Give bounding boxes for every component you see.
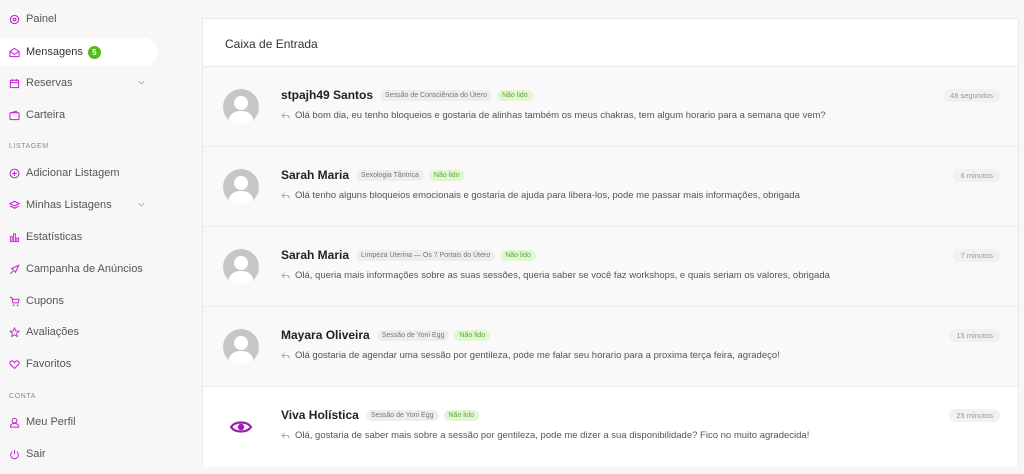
chevron-down-icon [138, 202, 145, 207]
sidebar-item-meu-perfil[interactable]: Meu Perfil [0, 408, 158, 436]
reply-icon [281, 352, 290, 359]
megaphone-icon [9, 263, 20, 275]
sidebar-item-sair[interactable]: Sair [0, 440, 158, 468]
sidebar: Painel Mensagens 5 Reservas Carteira LIS… [0, 0, 172, 474]
sidebar-item-avaliacoes[interactable]: Avaliações [0, 318, 158, 346]
sidebar-item-label: Mensagens [26, 46, 83, 58]
service-tag: Sexologia Tântrica [356, 169, 424, 181]
service-tag: Sessão de Yoni Egg [376, 329, 450, 341]
envelope-icon [9, 47, 20, 58]
message-preview: Olá bom dia, eu tenho bloqueios e gostar… [295, 110, 826, 121]
status-badge: Não lido [428, 169, 465, 181]
sidebar-item-label: Adicionar Listagem [26, 167, 120, 179]
power-icon [9, 449, 20, 460]
sidebar-item-carteira[interactable]: Carteira [0, 101, 158, 129]
sidebar-item-label: Sair [26, 448, 46, 460]
message-preview: Olá tenho alguns bloqueios emocionais e … [295, 190, 800, 201]
sidebar-item-painel[interactable]: Painel [0, 5, 158, 33]
message-row[interactable]: stpajh49 Santos Sessão de Consciência do… [203, 67, 1018, 147]
section-label-conta: CONTA [9, 393, 36, 400]
sidebar-item-mensagens[interactable]: Mensagens 5 [0, 38, 158, 66]
sidebar-item-label: Reservas [26, 77, 73, 89]
calendar-icon [9, 78, 20, 89]
status-badge: Não lido [454, 329, 491, 341]
timestamp-badge: 6 minutos [953, 169, 1000, 182]
message-row[interactable]: Sarah Maria Limpeza Uterina — Os 7 Porta… [203, 227, 1018, 307]
timestamp-badge: 15 minutos [949, 329, 1000, 342]
message-preview: Olá, gostaria de saber mais sobre a sess… [295, 430, 810, 441]
page-title: Caixa de Entrada [225, 37, 318, 51]
sidebar-item-label: Campanha de Anúncios [26, 263, 143, 275]
message-row[interactable]: Sarah Maria Sexologia Tântrica Não lido … [203, 147, 1018, 227]
section-label-listagem: LISTAGEM [9, 143, 49, 150]
sidebar-item-label: Estatísticas [26, 231, 83, 243]
sender-name: Mayara Oliveira [281, 328, 370, 342]
sidebar-item-favoritos[interactable]: Favoritos [0, 350, 158, 378]
timestamp-badge: 48 segundos [943, 89, 1000, 102]
avatar [223, 249, 259, 285]
wallet-icon [9, 110, 20, 121]
bar-chart-icon [9, 232, 20, 243]
avatar [223, 89, 259, 125]
layers-icon [9, 200, 20, 211]
star-icon [9, 326, 20, 338]
sidebar-item-cupons[interactable]: Cupons [0, 287, 158, 315]
plus-circle-icon [9, 168, 20, 179]
sidebar-item-estatisticas[interactable]: Estatísticas [0, 223, 158, 251]
sidebar-item-label: Minhas Listagens [26, 199, 112, 211]
heart-icon [9, 359, 20, 370]
sender-name: stpajh49 Santos [281, 88, 374, 102]
dashboard-icon [9, 14, 20, 25]
unread-count-badge: 5 [87, 45, 101, 59]
sidebar-item-label: Favoritos [26, 358, 72, 370]
status-badge: Não lido [500, 249, 536, 261]
reply-icon [281, 192, 290, 199]
message-preview: Olá, queria mais informações sobre as su… [295, 270, 830, 281]
avatar [223, 329, 259, 365]
message-row[interactable]: Mayara Oliveira Sessão de Yoni Egg Não l… [203, 307, 1018, 387]
avatar [223, 409, 259, 445]
sidebar-item-campanha-de-anuncios[interactable]: Campanha de Anúncios [0, 255, 158, 283]
sidebar-item-reservas[interactable]: Reservas [0, 69, 158, 97]
timestamp-badge: 25 minutos [949, 409, 1000, 422]
sidebar-item-label: Painel [26, 13, 57, 25]
user-icon [9, 417, 20, 428]
sidebar-item-minhas-listagens[interactable]: Minhas Listagens [0, 191, 158, 219]
chevron-down-icon [138, 80, 145, 85]
eye-logo-icon [229, 421, 253, 433]
sender-name: Sarah Maria [281, 248, 350, 262]
inbox-panel: Caixa de Entrada stpajh49 Santos Sessão … [202, 18, 1019, 467]
service-tag: Sessão de Consciência do Útero [380, 89, 492, 101]
sidebar-item-label: Carteira [26, 109, 66, 121]
service-tag: Sessão de Yoni Egg [365, 409, 439, 421]
sidebar-item-label: Meu Perfil [26, 416, 76, 428]
sidebar-item-label: Cupons [26, 295, 64, 307]
avatar [223, 169, 259, 205]
status-badge: Não lido [496, 89, 533, 101]
sender-name: Viva Holística [281, 408, 359, 422]
message-preview: Olá gostaria de agendar uma sessão por g… [295, 350, 780, 361]
sidebar-item-adicionar-listagem[interactable]: Adicionar Listagem [0, 159, 158, 187]
status-badge: Não lido [443, 409, 480, 421]
reply-icon [281, 272, 290, 279]
timestamp-badge: 7 minutos [953, 249, 1000, 262]
message-row[interactable]: Viva Holística Sessão de Yoni Egg Não li… [203, 387, 1018, 467]
sender-name: Sarah Maria [281, 168, 350, 182]
reply-icon [281, 112, 290, 119]
service-tag: Limpeza Uterina — Os 7 Portais do Útero [356, 249, 496, 261]
sidebar-item-label: Avaliações [26, 326, 79, 338]
reply-icon [281, 432, 290, 439]
cart-icon [9, 296, 20, 307]
